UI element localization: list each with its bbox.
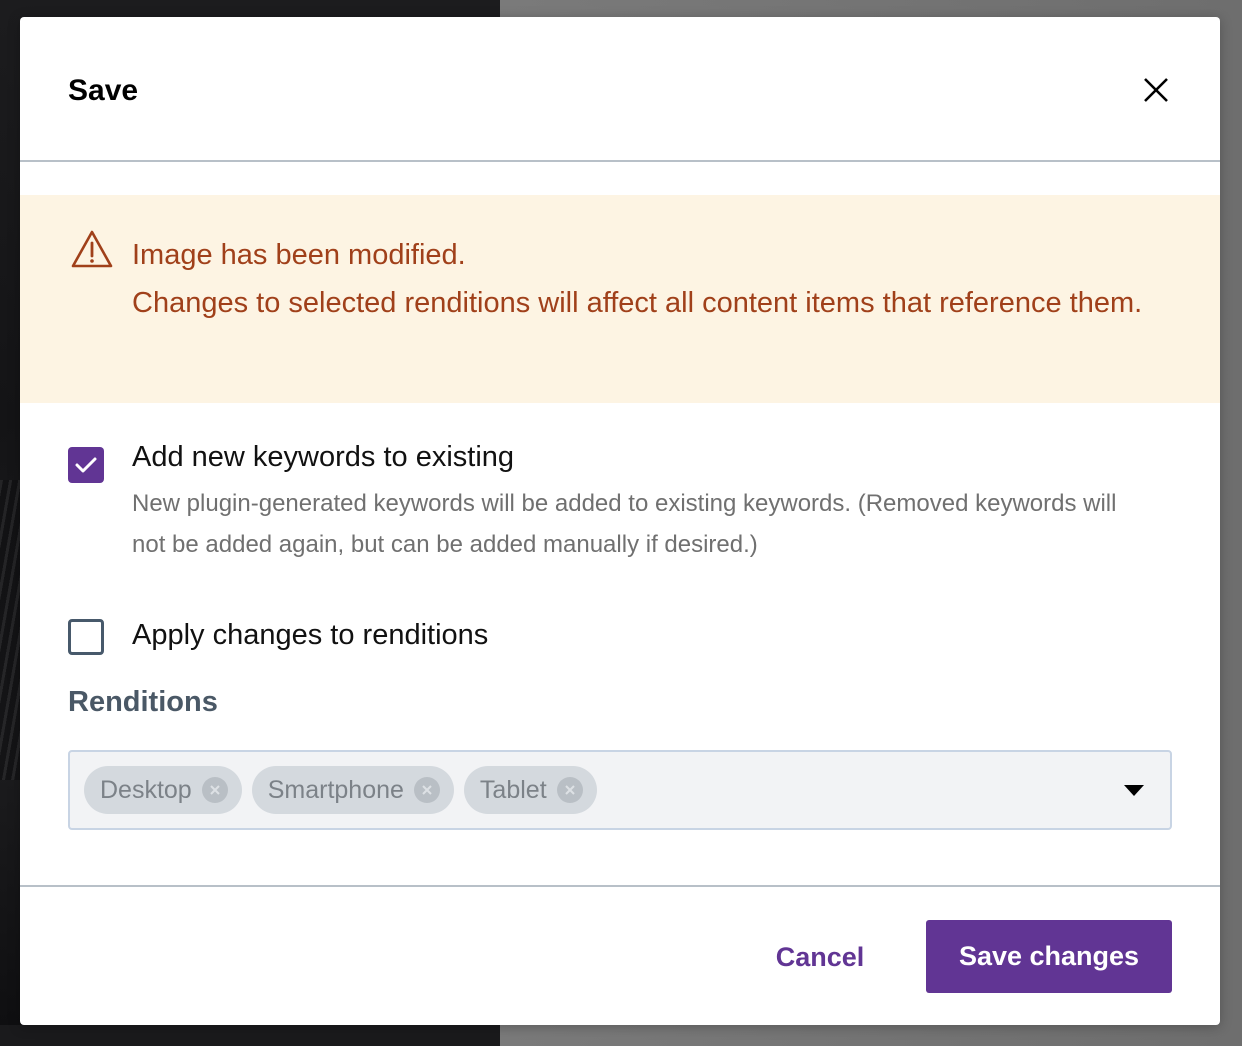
remove-icon (210, 785, 220, 795)
add-keywords-description: New plugin-generated keywords will be ad… (132, 490, 1117, 558)
add-keywords-checkbox[interactable] (68, 447, 104, 483)
warning-triangle-icon (70, 229, 114, 274)
chip-label: Desktop (100, 775, 192, 804)
checkmark-icon (75, 457, 97, 473)
rendition-chip: Desktop (84, 766, 242, 814)
remove-icon (564, 785, 575, 795)
renditions-select[interactable]: Desktop Smartphone Tablet (68, 750, 1172, 830)
renditions-chips: Desktop Smartphone Tablet (84, 766, 597, 814)
apply-renditions-label: Apply changes to renditions (132, 619, 489, 651)
chip-remove-button[interactable] (556, 777, 583, 803)
cancel-button[interactable]: Cancel (760, 937, 880, 977)
warning-message: Image has been modified. Changes to sele… (132, 231, 1192, 327)
warning-detail: Changes to selected renditions will affe… (132, 287, 1143, 319)
dialog-header: Save (20, 17, 1220, 162)
chip-label: Tablet (479, 775, 547, 804)
chip-remove-button[interactable] (201, 777, 228, 803)
save-changes-button[interactable]: Save changes (926, 920, 1172, 993)
footer-divider (20, 885, 1220, 887)
close-button[interactable] (1140, 74, 1172, 106)
renditions-label: Renditions (68, 686, 218, 718)
rendition-chip: Tablet (463, 766, 597, 814)
add-keywords-label: Add new keywords to existing (132, 441, 515, 473)
apply-renditions-checkbox[interactable] (68, 619, 104, 655)
chevron-down-icon[interactable] (1124, 785, 1144, 796)
chip-remove-button[interactable] (413, 777, 440, 803)
dialog-title: Save (68, 74, 139, 107)
save-dialog: Save Image has been modified. Changes to… (20, 17, 1220, 1025)
rendition-chip: Smartphone (251, 766, 454, 814)
background-image-bottom (0, 1025, 500, 1046)
close-icon (1144, 78, 1168, 102)
chip-label: Smartphone (267, 775, 404, 804)
warning-title: Image has been modified. (132, 239, 466, 271)
remove-icon (422, 785, 432, 795)
